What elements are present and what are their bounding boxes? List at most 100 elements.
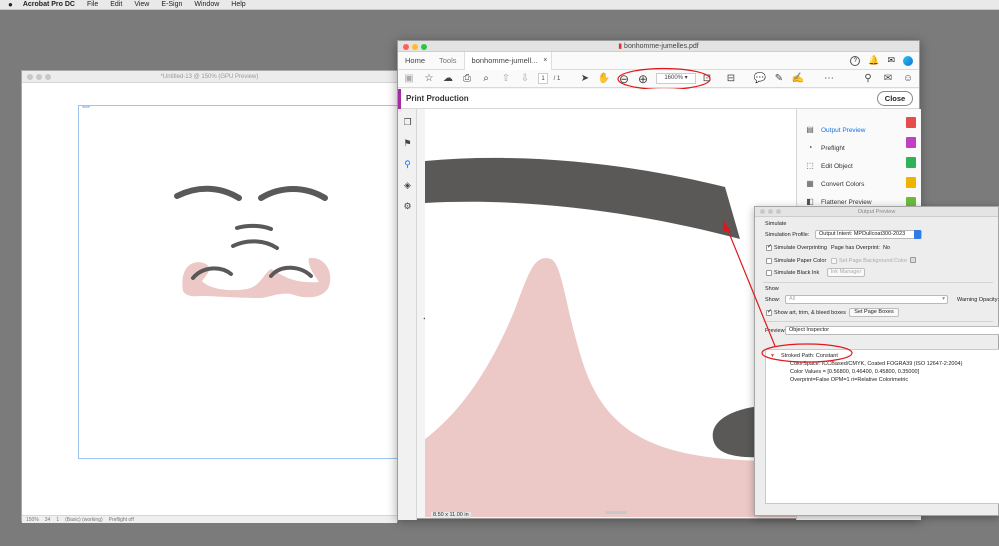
horizontal-scrollbar[interactable] — [605, 511, 627, 514]
tool-edit-object[interactable]: ⬚ Edit Object — [805, 159, 853, 173]
share-link-icon[interactable]: ⚲ — [861, 72, 875, 86]
scroll-mode-icon[interactable]: ⊟ — [724, 72, 738, 86]
comment-icon[interactable]: 💬 — [753, 72, 767, 86]
simulate-black-ink-label: Simulate Black Ink — [774, 270, 820, 276]
menu-edit[interactable]: Edit — [110, 0, 122, 10]
menu-window[interactable]: Window — [194, 0, 219, 10]
tab-tools[interactable]: Tools — [432, 52, 464, 70]
close-tab-icon[interactable]: × — [543, 52, 547, 70]
simulate-overprinting-checkbox[interactable] — [766, 243, 772, 251]
zoom-dot[interactable] — [421, 43, 427, 50]
highlight-pen-icon[interactable]: ✎ — [772, 72, 786, 86]
window-controls[interactable] — [27, 74, 51, 80]
acrobat-titlebar: ▮ bonhomme-jumelles.pdf — [398, 41, 919, 52]
page-size-label: 8.50 x 11.00 in — [431, 512, 471, 518]
minimize-dot[interactable] — [36, 74, 42, 80]
edit-object-icon: ⬚ — [806, 161, 814, 170]
show-boxes-checkbox[interactable] — [766, 308, 772, 316]
simulation-profile-select[interactable]: Output Intent: MPDullcoat300-2023 — [815, 230, 922, 239]
attachments-icon[interactable]: ⚲ — [402, 159, 413, 170]
select-stepper-icon — [914, 230, 921, 239]
page-overprint-value: No — [883, 245, 891, 251]
close-dot[interactable] — [760, 209, 765, 214]
bookmarks-icon[interactable]: ⚑ — [402, 138, 413, 149]
simulate-paper-checkbox[interactable] — [766, 258, 772, 264]
close-button[interactable]: Close — [877, 91, 913, 106]
simulate-black-ink-checkbox[interactable] — [766, 270, 772, 276]
more-tools-icon[interactable]: ⋯ — [822, 72, 836, 86]
apple-icon[interactable]: ● — [8, 0, 13, 10]
bookmark-star-icon[interactable]: ☆ — [422, 72, 436, 86]
tool-preflight[interactable]: ◔ Preflight — [805, 141, 845, 155]
select-arrow-icon[interactable]: ➤ — [578, 72, 592, 86]
edit-pdf-icon[interactable] — [906, 157, 916, 168]
user-add-icon[interactable]: ☺ — [901, 72, 915, 86]
output-preview-dialog: Output Preview Simulate Simulation Profi… — [754, 206, 999, 516]
warning-opacity-label: Warning Opacity: — [957, 297, 999, 303]
chevron-down-icon: ▾ — [942, 296, 945, 302]
preview-select-value: Object Inspector — [789, 327, 830, 333]
tool-output-preview-label: Output Preview — [821, 126, 866, 134]
zoom-dot[interactable] — [776, 209, 781, 214]
mail-icon[interactable]: ✉ — [887, 55, 895, 66]
close-dot[interactable] — [27, 74, 33, 80]
pdf-canvas[interactable] — [425, 109, 805, 517]
tab-home[interactable]: Home — [398, 52, 432, 70]
show-label: Show: — [765, 297, 781, 303]
upload-cloud-icon[interactable]: ☁ — [441, 72, 455, 86]
menu-file[interactable]: File — [87, 0, 98, 10]
zoom-level[interactable]: 150% — [26, 516, 39, 523]
zoom-dot[interactable] — [45, 74, 51, 80]
tab-document-label: bonhomme-jumell... — [471, 55, 538, 65]
save-icon[interactable]: ▣ — [402, 72, 416, 86]
ink-manager-button[interactable]: Ink Manager — [827, 268, 865, 277]
search-icon[interactable]: ⌕ — [479, 72, 493, 86]
help-icon[interactable]: ? — [850, 55, 861, 66]
tab-document[interactable]: bonhomme-jumell... × — [463, 51, 553, 70]
tool-convert-colors[interactable]: ▦ Convert Colors — [805, 177, 864, 191]
page-up-icon[interactable]: ⇧ — [499, 72, 513, 86]
print-icon[interactable]: ⎙ — [460, 72, 474, 86]
share-mail-icon[interactable]: ✉ — [881, 72, 895, 86]
preview-label: Preview: — [765, 328, 787, 334]
menu-view[interactable]: View — [134, 0, 149, 10]
output-preview-titlebar: Output Preview — [755, 207, 998, 217]
rotation-value[interactable]: 34 — [45, 516, 51, 523]
set-page-bg-checkbox[interactable] — [831, 258, 837, 264]
window-controls[interactable] — [403, 43, 427, 50]
menu-help[interactable]: Help — [231, 0, 245, 10]
disclosure-triangle-icon[interactable]: ▼ — [770, 353, 775, 359]
background-color-swatch[interactable] — [910, 257, 916, 263]
avatar[interactable] — [903, 55, 913, 66]
output-preview-icon: ▤ — [806, 125, 814, 134]
window-controls[interactable] — [760, 209, 781, 214]
menu-esign[interactable]: E-Sign — [161, 0, 182, 10]
close-dot[interactable] — [403, 43, 409, 50]
artboard[interactable] — [78, 102, 398, 459]
page-down-icon[interactable]: ⇩ — [518, 72, 532, 86]
artboard-handle[interactable] — [82, 102, 90, 108]
preflight-status[interactable]: Preflight off — [109, 516, 134, 523]
preview-select[interactable]: Object Inspector — [785, 326, 999, 335]
working-profile: (Basic) (working) — [65, 517, 103, 523]
show-select[interactable]: All ▾ — [785, 295, 948, 304]
comment-tool-icon[interactable] — [906, 177, 916, 188]
tool-output-preview[interactable]: ▤ Output Preview — [805, 123, 865, 137]
layers-icon[interactable]: ◈ — [402, 180, 413, 191]
export-pdf-icon[interactable] — [906, 117, 916, 128]
tool-accent — [398, 89, 401, 109]
inspector-color-values: Color Values = [0.56800, 0.46400, 0.4580… — [790, 369, 920, 375]
artboard-number[interactable]: 1 — [56, 516, 59, 523]
content-icon[interactable]: ⚙ — [402, 201, 413, 212]
sign-icon[interactable]: ✍ — [791, 72, 805, 86]
page-number-input[interactable]: 1 — [538, 73, 548, 84]
set-page-boxes-button[interactable]: Set Page Boxes — [849, 308, 899, 317]
page-thumbnails-icon[interactable]: ❐ — [402, 117, 413, 128]
hand-tool-icon[interactable]: ✋ — [597, 72, 611, 86]
convert-colors-icon: ▦ — [806, 179, 814, 188]
organize-pages-icon[interactable] — [906, 137, 916, 148]
minimize-dot[interactable] — [412, 43, 418, 50]
menu-app-name[interactable]: Acrobat Pro DC — [23, 0, 75, 10]
minimize-dot[interactable] — [768, 209, 773, 214]
bell-icon[interactable]: 🔔 — [868, 55, 879, 66]
